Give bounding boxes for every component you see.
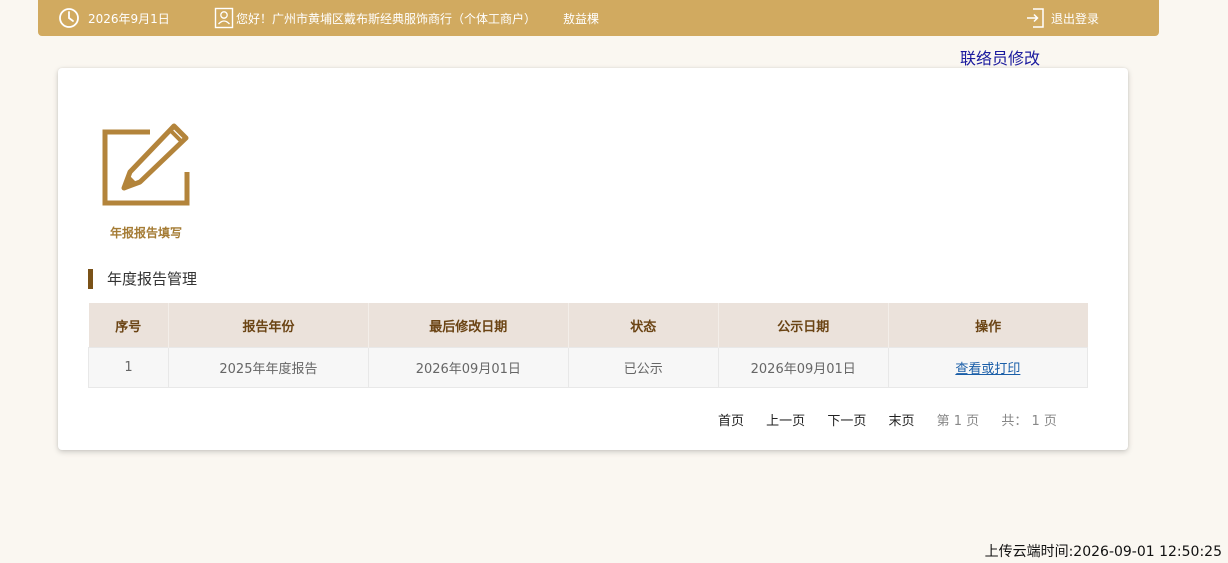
pager-last[interactable]: 末页	[888, 414, 914, 429]
pager-prev[interactable]: 上一页	[766, 414, 805, 429]
cell-publish-date: 2026年09月01日	[717, 347, 889, 388]
cell-action: 查看或打印	[887, 347, 1089, 388]
pagination: 首页 上一页 下一页 末页 第 1 页 共： 1 页	[718, 410, 1075, 429]
user-name: 敖益棵	[563, 11, 600, 26]
pager-total: 共： 1 页	[1001, 414, 1057, 429]
logout-button[interactable]: 退出登录	[1025, 0, 1099, 36]
tile-label: 年报报告填写	[109, 226, 182, 240]
cell-index: 1	[87, 347, 170, 388]
clock-icon	[58, 7, 80, 29]
contact-edit-link[interactable]: 联络员修改	[960, 45, 1040, 69]
table-header-row: 序号 报告年份 最后修改日期 状态 公示日期 操作	[88, 303, 1088, 348]
cell-year: 2025年年度报告	[168, 347, 369, 388]
pager-current: 第 1 页	[936, 414, 980, 429]
user-badge-icon	[214, 7, 234, 29]
greeting-segment: 您好！广州市黄埔区戴布斯经典服饰商行（个体工商户）	[214, 0, 536, 36]
col-year: 报告年份	[168, 303, 369, 348]
col-action: 操作	[888, 303, 1088, 348]
pager-first[interactable]: 首页	[718, 414, 744, 429]
col-modified: 最后修改日期	[368, 303, 569, 348]
logout-icon	[1025, 7, 1045, 29]
pager-next[interactable]: 下一页	[827, 414, 866, 429]
main-card: 年报报告填写 年度报告管理 序号 报告年份 最后修改日期 状态 公示日期 操作 …	[58, 68, 1128, 450]
col-status: 状态	[568, 303, 719, 348]
cell-status: 已公示	[567, 347, 719, 388]
logout-label: 退出登录	[1051, 11, 1100, 26]
edit-pencil-icon	[98, 120, 194, 216]
upload-time: 上传云端时间:2026-09-01 12:50:25	[984, 544, 1222, 560]
annual-report-fill-tile[interactable]: 年报报告填写	[88, 120, 204, 241]
report-table: 序号 报告年份 最后修改日期 状态 公示日期 操作 1 2025年年度报告 20…	[87, 303, 1089, 388]
section-title: 年度报告管理	[88, 269, 197, 289]
cell-modified: 2026年09月01日	[367, 347, 569, 388]
top-header-bar: 2026年9月1日 您好！广州市黄埔区戴布斯经典服饰商行（个体工商户） 敖益棵 …	[38, 0, 1159, 36]
table-row: 1 2025年年度报告 2026年09月01日 已公示 2026年09月01日 …	[87, 347, 1089, 388]
col-publish-date: 公示日期	[718, 303, 889, 348]
date-segment: 2026年9月1日	[58, 0, 170, 36]
view-print-link[interactable]: 查看或打印	[955, 362, 1020, 377]
col-index: 序号	[88, 303, 170, 348]
header-date: 2026年9月1日	[88, 11, 170, 26]
header-greeting: 您好！广州市黄埔区戴布斯经典服饰商行（个体工商户）	[236, 11, 537, 26]
